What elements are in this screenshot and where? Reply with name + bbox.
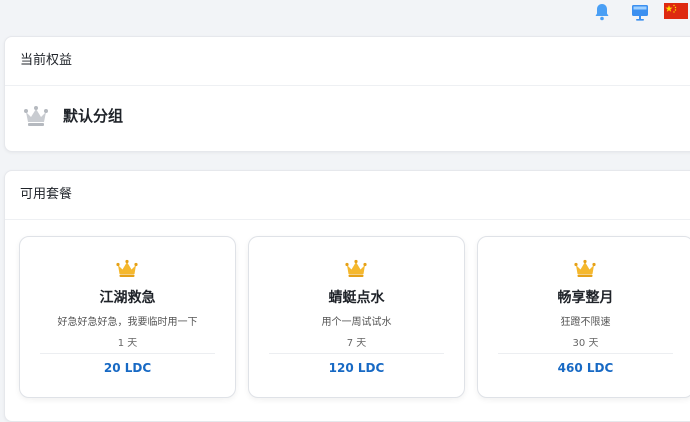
plan-card[interactable]: 江湖救急 好急好急好急，我要临时用一下 1 天 20 LDC: [19, 236, 236, 398]
crown-icon: [116, 259, 138, 277]
crown-icon: [345, 259, 367, 277]
plan-card[interactable]: 蜻蜓点水 用个一周试试水 7 天 120 LDC: [248, 236, 465, 398]
top-toolbar: [0, 0, 690, 30]
plan-duration: 30 天: [572, 338, 599, 349]
plan-name: 江湖救急: [99, 290, 156, 306]
available-plans-card: 可用套餐 江湖救急 好急好急好急，我要临时用一下 1 天 20 LDC 蜻蜓点水…: [4, 170, 690, 422]
plan-description: 用个一周试试水: [321, 317, 392, 328]
plan-name: 蜻蜓点水: [328, 290, 385, 306]
divider: [40, 353, 215, 354]
crown-icon: [24, 106, 48, 126]
bell-icon[interactable]: [592, 2, 612, 22]
divider: [498, 353, 673, 354]
plan-price: 120 LDC: [328, 361, 385, 375]
current-rights-title: 当前权益: [5, 37, 690, 86]
plan-card[interactable]: 畅享整月 狂蹬不限速 30 天 460 LDC: [477, 236, 690, 398]
plan-duration: 1 天: [117, 338, 138, 349]
plan-name: 畅享整月: [557, 290, 614, 306]
plan-duration: 7 天: [346, 338, 367, 349]
current-rights-body: 默认分组: [5, 86, 690, 150]
divider: [269, 353, 444, 354]
monitor-icon[interactable]: [630, 2, 650, 22]
plan-description: 好急好急好急，我要临时用一下: [57, 317, 198, 328]
china-flag-icon[interactable]: [664, 3, 688, 19]
plan-description: 狂蹬不限速: [560, 317, 611, 328]
crown-icon: [574, 259, 596, 277]
group-name: 默认分组: [63, 107, 124, 125]
current-rights-card: 当前权益 默认分组: [4, 36, 690, 152]
available-plans-title: 可用套餐: [5, 171, 690, 220]
plan-price: 460 LDC: [557, 361, 614, 375]
plan-price: 20 LDC: [103, 361, 152, 375]
